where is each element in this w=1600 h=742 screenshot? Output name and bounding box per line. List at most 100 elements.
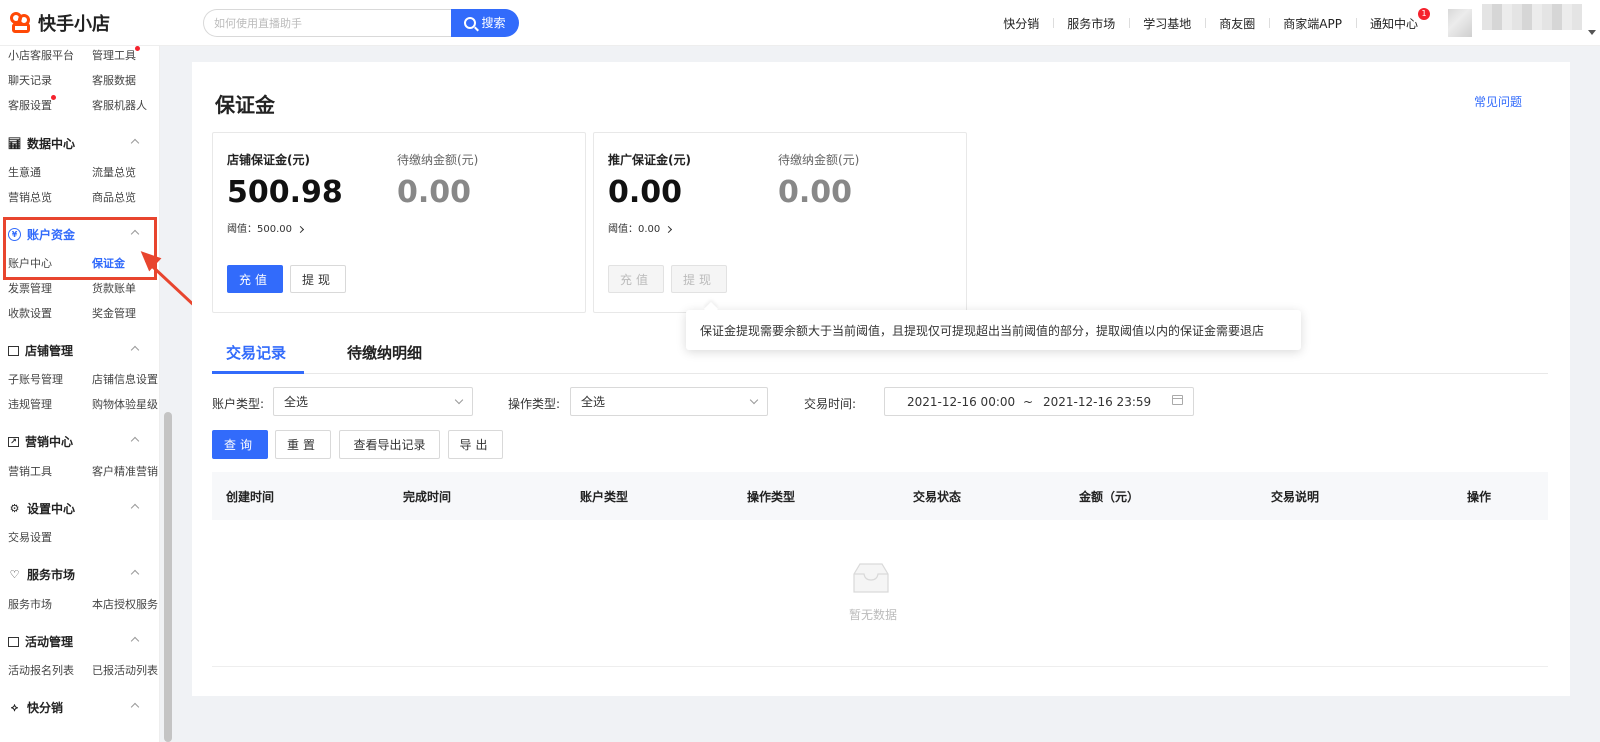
sidebar-link[interactable]: 子账号管理 xyxy=(8,371,63,387)
group-label: 快分销 xyxy=(27,701,64,715)
chevron-right-icon xyxy=(665,225,673,234)
page-title: 保证金 xyxy=(215,93,275,117)
export-button[interactable]: 导出 xyxy=(448,430,503,459)
avatar[interactable] xyxy=(1448,9,1472,37)
account-type-value: 全选 xyxy=(284,395,309,409)
caret-down-icon[interactable] xyxy=(1588,30,1596,35)
reset-button[interactable]: 重置 xyxy=(275,430,331,459)
threshold-link[interactable]: 阈值：500.00 xyxy=(227,220,305,235)
chevron-up-icon[interactable] xyxy=(130,569,140,579)
chevron-right-icon xyxy=(296,225,305,234)
sidebar-link[interactable]: 管理工具 xyxy=(92,47,136,63)
sidebar-link[interactable]: 客服机器人 xyxy=(92,97,147,113)
sidebar-link[interactable]: 营销总览 xyxy=(8,189,52,205)
search-input[interactable]: 如何使用直播助手 xyxy=(203,8,451,37)
username-blurred[interactable] xyxy=(1482,4,1582,30)
recharge-button[interactable]: 充值 xyxy=(227,265,283,293)
chevron-up-icon[interactable] xyxy=(130,436,140,446)
sidebar-link[interactable]: 购物体验星级 xyxy=(92,396,158,412)
nav-service-market[interactable]: 服务市场 xyxy=(1053,15,1129,32)
nav-notification-center[interactable]: 通知中心 1 xyxy=(1355,7,1432,32)
withdraw-button[interactable]: 提现 xyxy=(290,265,346,293)
chevron-up-icon[interactable] xyxy=(130,503,140,513)
nav-merchant-app[interactable]: 商家端APP xyxy=(1269,15,1356,32)
query-button[interactable]: 查询 xyxy=(212,430,268,459)
date-separator: ~ xyxy=(1023,395,1034,409)
store-deposit-amount: 500.98 xyxy=(227,175,343,210)
kuaishou-logo-icon xyxy=(10,11,32,34)
sidebar-link[interactable]: 奖金管理 xyxy=(92,305,136,321)
threshold-link[interactable]: 阈值：0.00 xyxy=(608,220,673,235)
gift-icon xyxy=(8,636,19,647)
recharge-button-disabled[interactable]: 充值 xyxy=(608,265,664,293)
faq-link[interactable]: 常见问题 xyxy=(1474,93,1522,110)
sidebar-link[interactable]: 营销工具 xyxy=(8,463,52,479)
top-nav: 快分销 服务市场 学习基地 商友圈 商家端APP 通知中心 1 xyxy=(989,0,1432,46)
sidebar-link[interactable]: 客户精准营销 xyxy=(92,463,158,479)
time-label: 交易时间: xyxy=(804,397,857,411)
promo-deposit-card: 推广保证金(元) 待缴纳金额(元) 0.00 0.00 阈值：0.00 充值 提… xyxy=(593,132,967,313)
pending-amount: 0.00 xyxy=(397,175,472,210)
sidebar-link[interactable]: 流量总览 xyxy=(92,164,136,180)
annotation-highlight-box xyxy=(3,217,157,280)
sidebar-link[interactable]: 发票管理 xyxy=(8,280,52,296)
withdraw-button-disabled[interactable]: 提现 xyxy=(671,265,727,293)
notification-badge: 1 xyxy=(1418,7,1430,20)
sidebar-link[interactable]: 服务市场 xyxy=(8,596,52,612)
group-label: 数据中心 xyxy=(27,137,76,151)
search-icon xyxy=(464,16,477,29)
export-records-button[interactable]: 查看导出记录 xyxy=(339,430,440,459)
sidebar-link[interactable]: 违规管理 xyxy=(8,396,52,412)
sidebar-link[interactable]: 客服数据 xyxy=(92,72,136,88)
sidebar-group-data-center[interactable]: 📊︎ 数据中心 xyxy=(7,135,76,152)
sidebar-link[interactable]: 收款设置 xyxy=(8,305,52,321)
search-button[interactable]: 搜索 xyxy=(451,8,519,37)
bar-chart-icon: 📊︎ xyxy=(7,137,22,150)
sidebar-link[interactable]: 活动报名列表 xyxy=(8,662,74,678)
tab-pending-details[interactable]: 待缴纳明细 xyxy=(347,342,422,363)
sidebar-link[interactable]: 商品总览 xyxy=(92,189,136,205)
group-label: 店铺管理 xyxy=(25,344,74,358)
sidebar-group-store[interactable]: 店铺管理 xyxy=(8,342,73,359)
sidebar-group-activity[interactable]: 活动管理 xyxy=(8,633,73,650)
sidebar-link[interactable]: 货款账单 xyxy=(92,280,136,296)
sidebar-link[interactable]: 店铺信息设置 xyxy=(92,371,158,387)
chevron-down-icon xyxy=(749,395,759,405)
column-header: 交易说明 xyxy=(1271,490,1320,504)
op-type-select[interactable]: 全选 xyxy=(570,387,768,416)
nav-learning-base[interactable]: 学习基地 xyxy=(1129,15,1205,32)
column-header: 金额（元） xyxy=(1079,490,1140,504)
store-icon xyxy=(8,345,19,356)
empty-state-text: 暂无数据 xyxy=(849,608,898,622)
column-header: 创建时间 xyxy=(226,490,275,504)
sidebar-link[interactable]: 交易设置 xyxy=(8,529,52,545)
threshold-text: 阈值：0.00 xyxy=(608,224,661,235)
logo[interactable]: 快手小店 xyxy=(10,10,190,36)
chevron-up-icon[interactable] xyxy=(130,636,140,646)
sidebar-link[interactable]: 生意通 xyxy=(8,164,41,180)
sidebar-link[interactable]: 聊天记录 xyxy=(8,72,52,88)
sidebar-link[interactable]: 本店授权服务 xyxy=(92,596,158,612)
group-label: 服务市场 xyxy=(27,568,76,582)
sidebar-scrollbar[interactable] xyxy=(164,412,172,742)
date-end[interactable]: 2021-12-16 23:59 xyxy=(1043,395,1151,409)
sidebar-group-kuaifenxiao[interactable]: ⟡ 快分销 xyxy=(8,699,63,716)
date-range-picker[interactable]: 2021-12-16 00:00 ~ 2021-12-16 23:59 xyxy=(884,387,1194,416)
tab-transactions[interactable]: 交易记录 xyxy=(226,342,286,363)
nav-merchant-circle[interactable]: 商友圈 xyxy=(1205,15,1269,32)
sidebar-group-settings[interactable]: ⚙ 设置中心 xyxy=(8,500,75,517)
sidebar-link[interactable]: 已报活动列表 xyxy=(92,662,158,678)
account-type-select[interactable]: 全选 xyxy=(273,387,473,416)
sidebar-group-service-market[interactable]: ♡ 服务市场 xyxy=(8,566,75,583)
sidebar-link[interactable]: 小店客服平台 xyxy=(8,47,74,63)
group-label: 营销中心 xyxy=(25,435,74,449)
gear-icon: ⚙ xyxy=(9,502,20,515)
chevron-up-icon[interactable] xyxy=(130,702,140,712)
date-start[interactable]: 2021-12-16 00:00 xyxy=(907,395,1015,409)
nav-kuaifenxiao[interactable]: 快分销 xyxy=(989,15,1053,32)
chevron-up-icon[interactable] xyxy=(130,345,140,355)
sidebar-link[interactable]: 客服设置 xyxy=(8,97,52,113)
chevron-up-icon[interactable] xyxy=(130,138,140,148)
top-bar: 快手小店 如何使用直播助手 搜索 快分销 服务市场 学习基地 商友圈 商家端AP… xyxy=(0,0,1600,46)
sidebar-group-marketing[interactable]: ↗ 营销中心 xyxy=(8,433,73,450)
